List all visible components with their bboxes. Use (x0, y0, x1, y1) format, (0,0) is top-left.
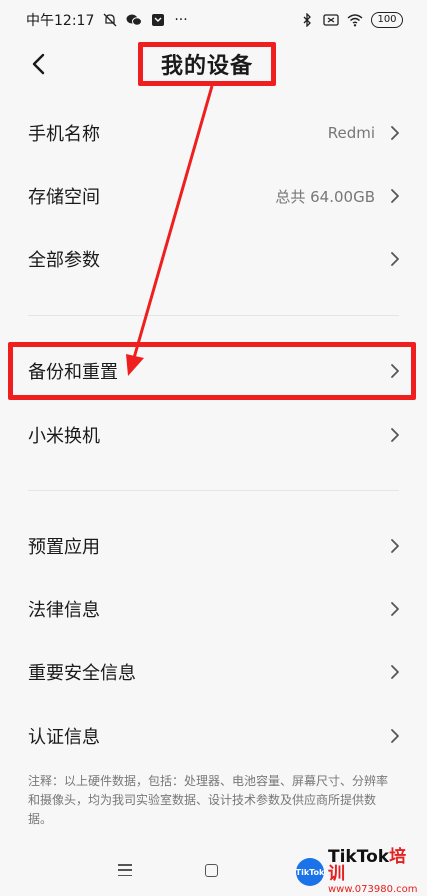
chevron-right-icon (389, 599, 401, 619)
no-sim-icon (323, 12, 339, 28)
row-value: Redmi (327, 124, 375, 142)
back-button[interactable] (24, 50, 52, 78)
header: 我的设备 (0, 38, 427, 92)
menu-nav-icon[interactable] (118, 864, 132, 876)
row-label: 预置应用 (28, 537, 100, 558)
row-value: 总共 64.00GB (275, 187, 375, 206)
row-label: 小米换机 (28, 426, 100, 447)
status-time: 中午12:17 (26, 13, 95, 29)
chevron-right-icon (389, 425, 401, 445)
wechat-icon (126, 12, 143, 28)
row-label: 认证信息 (28, 727, 100, 748)
page-title: 我的设备 (138, 42, 276, 86)
bluetooth-icon (299, 12, 315, 28)
tiktok-logo-icon: TikTok (296, 858, 324, 886)
row-storage[interactable]: 存储空间 总共 64.00GB (0, 165, 427, 227)
row-label: 全部参数 (28, 250, 100, 271)
mute-notification-icon (102, 12, 118, 28)
chevron-right-icon (389, 186, 401, 206)
row-label: 法律信息 (28, 600, 100, 621)
watermark: TikTok TikTok培训 www.073980.com (296, 849, 420, 895)
row-mi-mover[interactable]: 小米换机 (0, 404, 427, 466)
row-label: 存储空间 (28, 187, 100, 208)
annotation-highlight-box (8, 342, 416, 400)
row-safety-info[interactable]: 重要安全信息 (0, 641, 427, 703)
watermark-site: www.073980.com (328, 884, 418, 895)
more-notifications: ··· (174, 12, 188, 28)
row-preinstalled-apps[interactable]: 预置应用 (0, 515, 427, 577)
section-divider (28, 315, 399, 316)
chevron-right-icon (389, 726, 401, 746)
chevron-right-icon (389, 249, 401, 269)
home-nav-icon[interactable] (205, 864, 218, 877)
wifi-icon (347, 12, 363, 28)
row-all-specs[interactable]: 全部参数 (0, 228, 427, 290)
row-label: 手机名称 (28, 124, 100, 145)
chevron-right-icon (389, 536, 401, 556)
battery-indicator: 100 (371, 12, 403, 28)
back-arrow-icon (32, 53, 45, 75)
status-bar: 中午12:17 ··· 100 (0, 0, 427, 40)
row-phone-name[interactable]: 手机名称 Redmi (0, 102, 427, 164)
row-legal-info[interactable]: 法律信息 (0, 578, 427, 640)
app-notification-icon (150, 12, 166, 28)
hardware-note: 注释：以上硬件数据，包括：处理器、电池容量、屏幕尺寸、分辨率和摄像头，均为我司实… (28, 774, 389, 826)
row-certification-info[interactable]: 认证信息 (0, 705, 427, 767)
chevron-right-icon (389, 123, 401, 143)
chevron-right-icon (389, 662, 401, 682)
row-label: 重要安全信息 (28, 663, 136, 684)
section-divider (28, 490, 399, 491)
